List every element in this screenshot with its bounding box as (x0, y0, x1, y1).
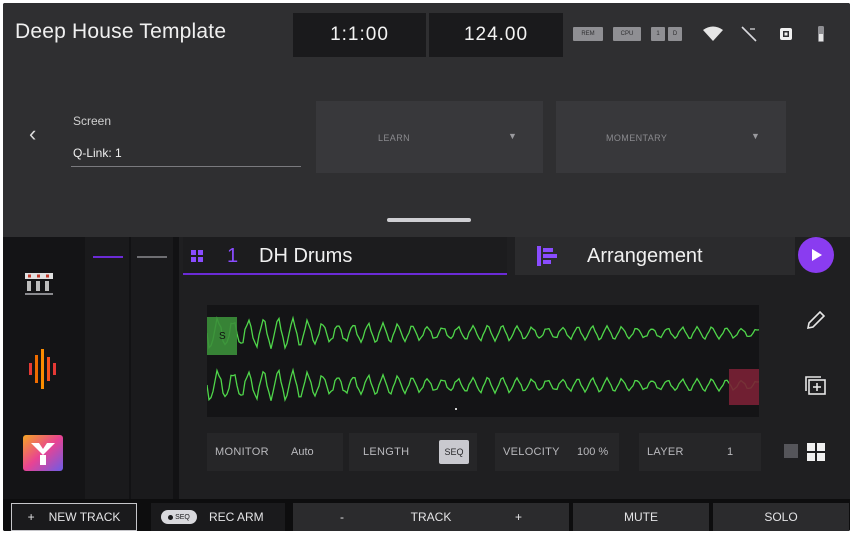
left-sidebar (3, 237, 85, 499)
chevron-down-icon: ▼ (751, 131, 760, 141)
cpu-chip[interactable]: CPU (613, 27, 641, 41)
rem-chip[interactable]: REM (573, 27, 603, 41)
record-seq-pill: SEQ (161, 510, 197, 524)
wifi-icon[interactable] (702, 26, 724, 42)
track-prev-button[interactable]: - (340, 510, 344, 524)
status-icons: REM CPU 1 D (573, 25, 826, 43)
length-label: LENGTH (363, 446, 410, 458)
track-name: DH Drums (259, 245, 353, 267)
pencil-icon[interactable] (804, 309, 828, 338)
column-position-marker (93, 256, 123, 258)
velocity-value: 100 % (577, 446, 609, 458)
panel-drag-handle[interactable] (387, 218, 471, 222)
chevron-down-icon: ▼ (508, 131, 517, 141)
qlink-field-value[interactable]: Q-Link: 1 (73, 146, 122, 160)
layer-param[interactable]: LAYER 1 (639, 433, 761, 471)
track-nav-label: TRACK (410, 510, 452, 524)
usb-device-icon[interactable] (778, 26, 794, 42)
tempo-display[interactable]: 124.00 (429, 13, 563, 57)
field-underline (71, 166, 301, 167)
monitor-label: MONITOR (215, 446, 269, 458)
rec-arm-button[interactable]: SEQ REC ARM (151, 503, 285, 531)
screen-field-label: Screen (73, 114, 112, 128)
project-title[interactable]: Deep House Template (15, 20, 226, 44)
solo-label: SOLO (764, 510, 798, 524)
track-list-column[interactable] (85, 237, 129, 499)
monitor-param[interactable]: MONITOR Auto (207, 433, 343, 471)
qlink-edit-panel: ‹ Screen Q-Link: 1 LEARN ▼ MOMENTARY ▼ (3, 61, 850, 237)
monitor-value: Auto (291, 446, 314, 458)
solo-button[interactable]: SOLO (713, 503, 849, 531)
mode-label: MOMENTARY (606, 133, 668, 143)
mode-dropdown[interactable]: MOMENTARY ▼ (556, 101, 786, 173)
layer-value: 1 (727, 446, 734, 458)
grid-view-icon[interactable] (807, 443, 825, 466)
record-seq-pill-label: SEQ (175, 513, 190, 521)
track-number: 1 (227, 245, 239, 267)
waveform-display: S (206, 315, 760, 410)
screen: Deep House Template 1:1:00 124.00 REM CP… (3, 3, 850, 531)
mixer-icon[interactable] (23, 271, 55, 302)
mute-button[interactable]: MUTE (573, 503, 709, 531)
plus-icon: + (27, 510, 35, 524)
plugin-logo-icon[interactable] (23, 435, 63, 476)
top-status-bar: Deep House Template 1:1:00 124.00 REM CP… (3, 3, 850, 61)
new-track-label: NEW TRACK (48, 510, 121, 524)
length-seq-badge[interactable]: SEQ (439, 440, 469, 464)
play-icon (812, 249, 822, 261)
velocity-label: VELOCITY (503, 446, 560, 458)
track-next-button[interactable]: + (515, 510, 522, 524)
waveform-lane-bottom (206, 367, 760, 403)
back-chevron-icon[interactable]: ‹ (29, 121, 36, 147)
drum-grid-icon (191, 249, 203, 267)
waveform-lane-top (206, 315, 760, 351)
clip-waveform[interactable]: S (206, 305, 760, 417)
input-chip[interactable]: 1 (651, 27, 665, 41)
playhead-dot (455, 408, 457, 410)
arrangement-label: Arrangement (587, 245, 703, 267)
new-track-button[interactable]: + NEW TRACK (11, 503, 137, 531)
rec-arm-label: REC ARM (209, 510, 264, 524)
add-clip-icon[interactable] (804, 375, 828, 402)
track-list-column[interactable] (131, 237, 173, 499)
record-dot-icon (168, 514, 174, 520)
disk-chip[interactable]: D (668, 27, 682, 41)
learn-dropdown[interactable]: LEARN ▼ (316, 101, 543, 173)
bluetooth-off-icon[interactable] (740, 25, 758, 43)
layer-label: LAYER (647, 446, 684, 458)
bottom-bar: + NEW TRACK SEQ REC ARM - TRACK + MUTE S… (3, 499, 850, 531)
battery-icon[interactable] (816, 25, 826, 43)
length-param[interactable]: LENGTH SEQ (349, 433, 477, 471)
column-position-marker (137, 256, 167, 258)
clip-start-marker: S (219, 331, 226, 342)
arrangement-selector[interactable]: Arrangement (515, 237, 795, 275)
waveform-mode-icon[interactable] (23, 347, 63, 396)
clip-end-marker (729, 369, 759, 405)
track-selector[interactable]: 1 DH Drums (183, 237, 507, 275)
learn-label: LEARN (378, 133, 411, 143)
arrangement-icon (537, 246, 559, 271)
play-button[interactable] (798, 237, 834, 273)
velocity-param[interactable]: VELOCITY 100 % (495, 433, 619, 471)
time-position-display[interactable]: 1:1:00 (293, 13, 426, 57)
track-nav-button[interactable]: - TRACK + (293, 503, 569, 531)
list-view-icon[interactable] (783, 443, 799, 464)
mute-label: MUTE (624, 510, 658, 524)
